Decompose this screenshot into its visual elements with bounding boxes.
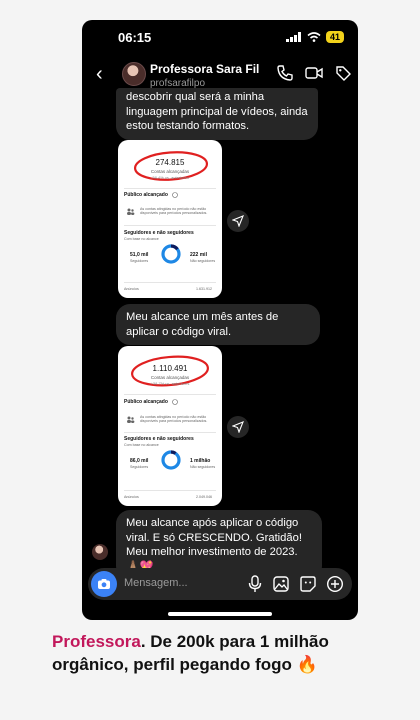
caption-highlight: Professora — [52, 632, 141, 651]
reach-change: +38,7% vs. anteriores — [150, 381, 190, 386]
back-arrow-icon[interactable]: ‹ — [96, 64, 103, 84]
sender-avatar — [92, 544, 108, 560]
contact-name[interactable]: Professora Sara Fil... — [150, 62, 260, 76]
donut-chart — [161, 450, 181, 470]
reach-number: 1.110.491 — [152, 364, 188, 373]
followers-stat: 86,0 mil — [130, 458, 149, 464]
message-input-bar[interactable]: Mensagem... — [88, 568, 352, 600]
microphone-icon[interactable] — [247, 575, 263, 593]
share-icon[interactable] — [227, 416, 249, 438]
message-text: descobrir qual será a minha linguagem pr… — [126, 91, 308, 132]
video-icon[interactable] — [304, 64, 324, 82]
divider — [124, 432, 216, 433]
gallery-icon[interactable] — [272, 575, 290, 593]
battery-indicator: 41 — [325, 31, 344, 43]
status-time: 06:15 — [118, 30, 152, 45]
phone-icon[interactable] — [276, 64, 294, 82]
message-text: Meu alcance um mês antes de aplicar o có… — [126, 311, 279, 338]
footer-left: Anúncios — [124, 495, 139, 499]
followers-stat-label: Seguidores — [130, 259, 149, 263]
message-bubble[interactable]: descobrir qual será a minha linguagem pr… — [116, 88, 318, 140]
divider — [124, 188, 216, 189]
insights-screenshot[interactable]: 1.110.491 Contas alcançadas +38,7% vs. a… — [118, 346, 222, 506]
tag-icon[interactable] — [334, 64, 352, 82]
reach-change: -38,4% vs. anteriores — [151, 175, 189, 180]
wifi-icon — [307, 32, 321, 42]
signal-icon — [285, 32, 301, 42]
followers-title: Seguidores e não seguidores — [124, 436, 194, 442]
reach-label: Contas alcançadas — [150, 375, 190, 380]
sticker-icon[interactable] — [299, 575, 317, 593]
divider — [124, 490, 216, 491]
non-followers-stat-label: Não seguidores — [190, 259, 216, 263]
non-followers-stat: 222 mil — [190, 252, 207, 258]
non-followers-stat-label: Não seguidores — [190, 465, 216, 469]
plus-icon[interactable] — [326, 575, 344, 593]
status-bar: 06:15 41 — [82, 30, 358, 48]
section-title: Público alcançado — [124, 399, 168, 405]
insights-screenshot[interactable]: 274.815 Contas alcançadas -38,4% vs. ant… — [118, 140, 222, 298]
header-actions — [276, 64, 352, 82]
followers-stat-label: Seguidores — [130, 465, 149, 469]
divider — [124, 282, 216, 283]
followers-sub: Com base no alcance — [124, 237, 159, 241]
section-title: Público alcançado — [124, 192, 168, 198]
donut-chart — [161, 244, 181, 264]
footer-right: 2.049.046 — [196, 495, 212, 499]
footer-right: 1.631.912 — [196, 287, 212, 291]
phone-screen: 06:15 41 ‹ Professora Sara Fil... profsa… — [82, 20, 358, 620]
footer-left: Anúncios — [124, 287, 139, 291]
message-text: Meu alcance após aplicar o código viral.… — [126, 517, 302, 573]
avatar[interactable] — [122, 62, 146, 86]
reach-number: 274.815 — [155, 158, 185, 167]
share-icon[interactable] — [227, 210, 249, 232]
info-icon — [172, 192, 178, 198]
message-input[interactable]: Mensagem... — [124, 577, 188, 589]
input-actions — [247, 575, 344, 593]
camera-icon[interactable] — [91, 571, 117, 597]
followers-title: Seguidores e não seguidores — [124, 230, 194, 236]
reach-label: Contas alcançadas — [150, 169, 190, 174]
home-indicator — [168, 612, 272, 616]
section-text: As contas atingidas no período não estão… — [140, 207, 208, 215]
followers-stat: 51,0 mil — [130, 252, 149, 258]
story-caption: Professora. De 200k para 1 milhão orgâni… — [52, 631, 382, 676]
message-bubble[interactable]: Meu alcance um mês antes de aplicar o có… — [116, 304, 320, 345]
divider — [124, 394, 216, 395]
divider — [124, 225, 216, 226]
followers-sub: Com base no alcance — [124, 443, 159, 447]
people-icon — [127, 208, 135, 215]
info-icon — [172, 399, 178, 405]
status-icons: 41 — [285, 31, 344, 43]
people-icon — [127, 416, 135, 423]
section-text: As contas atingidas no período não estão… — [140, 415, 208, 423]
non-followers-stat: 1 milhão — [190, 458, 211, 464]
